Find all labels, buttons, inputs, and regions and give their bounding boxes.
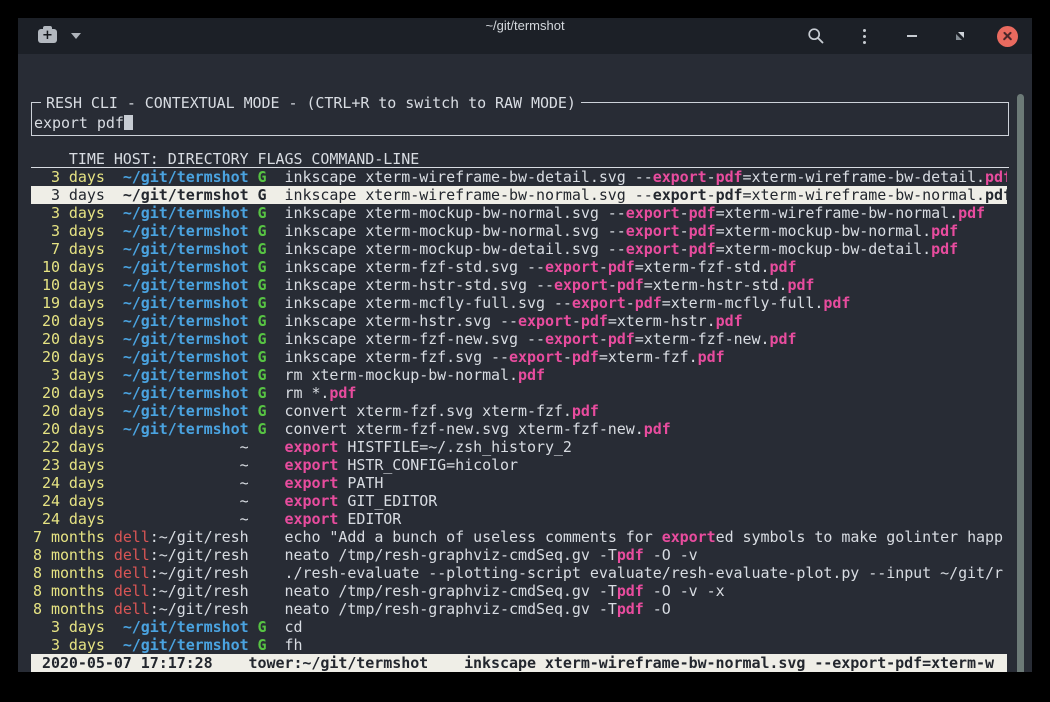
search-input[interactable]: export pdf	[34, 114, 133, 132]
history-row[interactable]: 20 days ~/git/termshot G inkscape xterm-…	[31, 312, 1007, 330]
history-row[interactable]: 20 days ~/git/termshot G convert xterm-f…	[31, 420, 1007, 438]
search-icon	[807, 27, 825, 45]
status-line-1: 2020-05-07 17:17:28 tower:~/git/termshot…	[33, 654, 1007, 672]
history-row[interactable]: 20 days ~/git/termshot G convert xterm-f…	[31, 402, 1007, 420]
history-row-selected[interactable]: 3 days ~/git/termshot G inkscape xterm-w…	[31, 186, 1007, 204]
minimize-button[interactable]	[901, 25, 923, 47]
history-row[interactable]: 8 months dell:~/git/resh neato /tmp/resh…	[31, 546, 1007, 564]
panel-title: RESH CLI - CONTEXTUAL MODE - (CTRL+R to …	[41, 94, 581, 112]
history-row[interactable]: 24 days ~ export GIT_EDITOR	[31, 492, 1007, 510]
history-row[interactable]: 24 days ~ export EDITOR	[31, 510, 1007, 528]
history-row[interactable]: 19 days ~/git/termshot G inkscape xterm-…	[31, 294, 1007, 312]
history-row[interactable]: 10 days ~/git/termshot G inkscape xterm-…	[31, 276, 1007, 294]
history-row[interactable]: 10 days ~/git/termshot G inkscape xterm-…	[31, 258, 1007, 276]
history-row[interactable]: 3 days ~/git/termshot G rm xterm-mockup-…	[31, 366, 1007, 384]
scrollbar[interactable]	[1017, 94, 1024, 672]
menu-button[interactable]	[853, 25, 875, 47]
search-query: export pdf	[34, 114, 124, 132]
history-row[interactable]: 23 days ~ export HSTR_CONFIG=hicolor	[31, 456, 1007, 474]
terminal-screen: RESH CLI - CONTEXTUAL MODE - (CTRL+R to …	[18, 54, 1032, 672]
history-row[interactable]: 8 months dell:~/git/resh ./resh-evaluate…	[31, 564, 1007, 582]
window-titlebar: ~/git/termshot	[18, 18, 1032, 54]
history-row[interactable]: 3 days ~/git/termshot G inkscape xterm-w…	[31, 168, 1007, 186]
history-list: 3 days ~/git/termshot G inkscape xterm-w…	[31, 168, 1009, 654]
history-row[interactable]: 3 days ~/git/termshot G cd	[31, 618, 1007, 636]
history-row[interactable]: 20 days ~/git/termshot G inkscape xterm-…	[31, 330, 1007, 348]
restore-icon	[954, 30, 966, 42]
history-row[interactable]: 3 days ~/git/termshot G inkscape xterm-m…	[31, 204, 1007, 222]
history-row[interactable]: 7 days ~/git/termshot G inkscape xterm-m…	[31, 240, 1007, 258]
history-row[interactable]: 8 months dell:~/git/resh neato /tmp/resh…	[31, 582, 1007, 600]
history-row[interactable]: 8 months dell:~/git/resh neato /tmp/resh…	[31, 600, 1007, 618]
column-headers: TIME HOST: DIRECTORY FLAGS COMMAND-LINE	[31, 150, 1009, 168]
status-bar: 2020-05-07 17:17:28 tower:~/git/termshot…	[31, 654, 1007, 672]
restore-button[interactable]	[949, 25, 971, 47]
terminal-window: ~/git/termshot	[18, 18, 1032, 672]
kebab-menu-icon	[863, 29, 866, 44]
resh-search-panel: RESH CLI - CONTEXTUAL MODE - (CTRL+R to …	[31, 102, 1009, 136]
history-row[interactable]: 22 days ~ export HISTFILE=~/.zsh_history…	[31, 438, 1007, 456]
history-row[interactable]: 20 days ~/git/termshot G rm *.pdf	[31, 384, 1007, 402]
search-button[interactable]	[805, 25, 827, 47]
history-row[interactable]: 7 months dell:~/git/resh echo "Add a bun…	[31, 528, 1007, 546]
history-row[interactable]: 20 days ~/git/termshot G inkscape xterm-…	[31, 348, 1007, 366]
minimize-icon	[907, 35, 917, 37]
screen: ~/git/termshot	[0, 0, 1050, 702]
close-button[interactable]	[997, 26, 1018, 47]
history-row[interactable]: 3 days ~/git/termshot G fh	[31, 636, 1007, 654]
history-row[interactable]: 24 days ~ export PATH	[31, 474, 1007, 492]
history-row[interactable]: 3 days ~/git/termshot G inkscape xterm-m…	[31, 222, 1007, 240]
text-cursor	[124, 115, 133, 130]
